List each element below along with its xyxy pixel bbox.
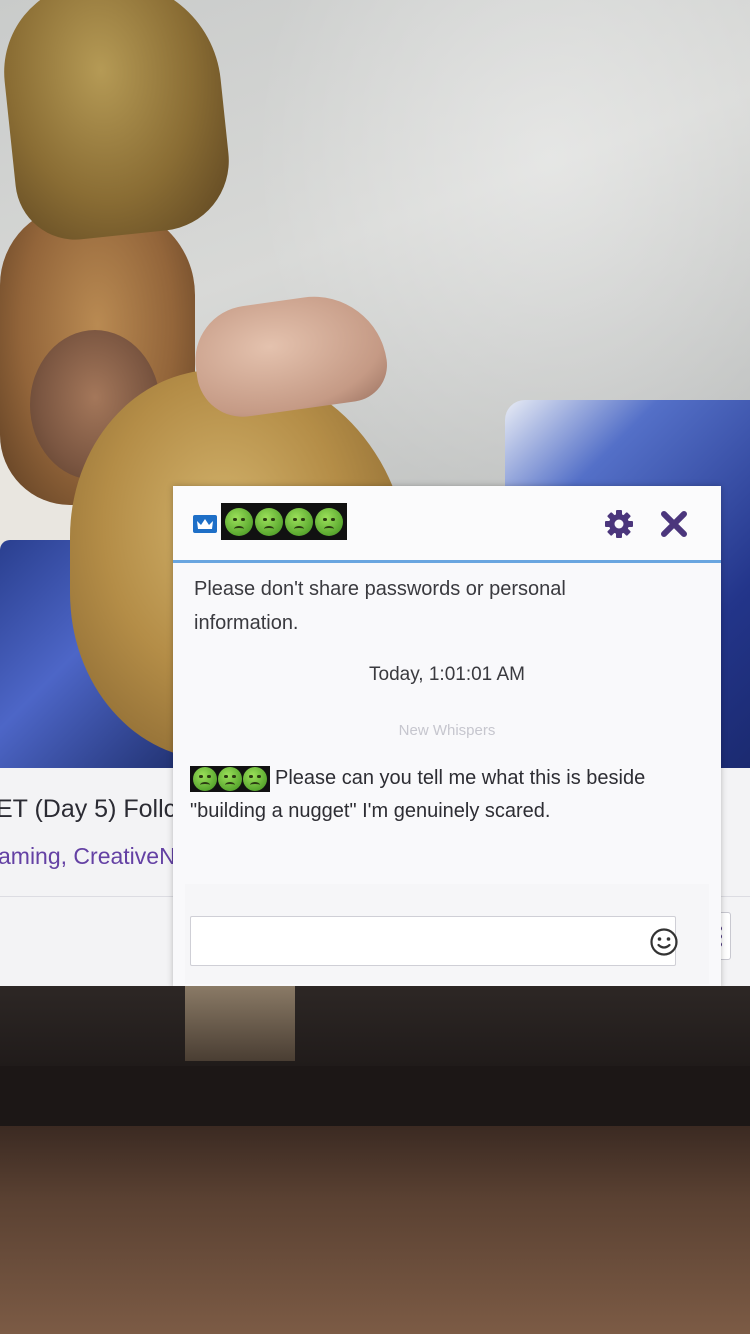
nauseated-face-icon bbox=[285, 507, 313, 536]
nauseated-face-icon bbox=[315, 507, 343, 536]
vomiting-face-icon bbox=[193, 766, 217, 791]
whisper-window: Please don't share passwords or personal… bbox=[173, 486, 721, 988]
whisper-header[interactable] bbox=[173, 486, 721, 563]
monitor-bezel bbox=[0, 986, 750, 1066]
gear-icon[interactable] bbox=[603, 508, 635, 540]
vomiting-face-icon bbox=[218, 766, 242, 791]
sender-name[interactable] bbox=[190, 765, 270, 792]
new-whispers-divider: New Whispers bbox=[398, 722, 496, 739]
stream-title[interactable]: ET (Day 5) Follc bbox=[0, 795, 176, 824]
privacy-notice: Please don't share passwords or personal… bbox=[194, 578, 566, 634]
vomiting-face-icon bbox=[243, 766, 267, 791]
chat-message: Please can you tell me what this is besi… bbox=[190, 762, 700, 828]
nauseated-face-icon bbox=[225, 507, 253, 536]
monitor-reflection bbox=[185, 986, 295, 1061]
costume-head bbox=[0, 0, 236, 246]
monitor-bottom-edge bbox=[0, 1066, 750, 1126]
nauseated-face-icon bbox=[255, 507, 283, 536]
recipient-name[interactable] bbox=[221, 503, 347, 540]
emote-smiley-icon[interactable] bbox=[649, 927, 679, 957]
crown-icon bbox=[193, 515, 217, 533]
desk-surface bbox=[0, 1126, 750, 1334]
message-timestamp: Today, 1:01:01 AM bbox=[369, 664, 525, 685]
stream-tags-link[interactable]: aming, CreativeN bbox=[0, 843, 176, 870]
whisper-input[interactable] bbox=[190, 916, 676, 966]
close-icon[interactable] bbox=[658, 508, 690, 540]
